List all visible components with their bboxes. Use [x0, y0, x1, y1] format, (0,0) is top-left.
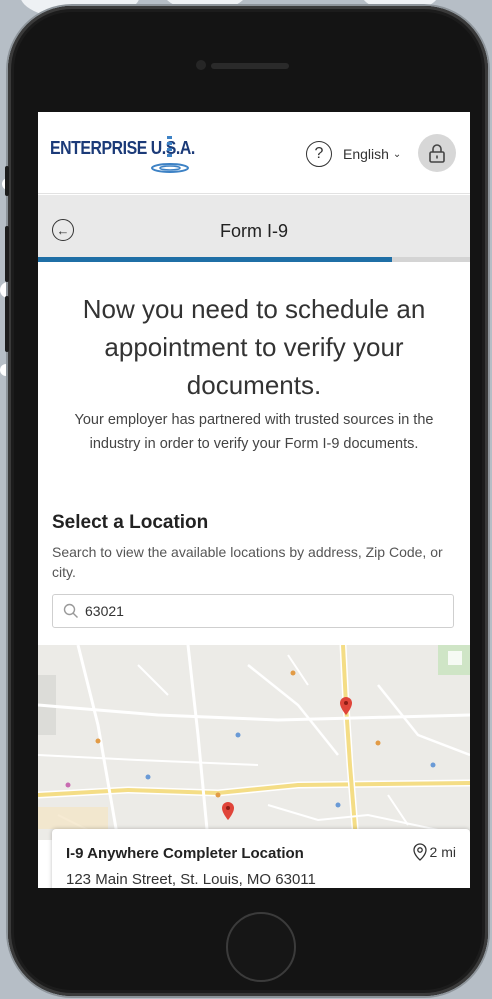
chevron-down-icon: ⌄: [392, 148, 402, 160]
language-selector[interactable]: English ⌄: [343, 146, 401, 162]
enterprise-usa-logo[interactable]: ENTERPRISE U.S.A.: [50, 132, 220, 178]
language-label: English: [343, 146, 389, 162]
water-drop-icon: [151, 136, 189, 173]
location-result-card[interactable]: I-9 Anywhere Completer Location 2 mi 123…: [52, 829, 470, 888]
intro-text: Your employer has partnered with trusted…: [74, 412, 434, 452]
title-bar: ← Form I-9: [38, 195, 470, 257]
location-address: 123 Main Street, St. Louis, MO 63011: [66, 871, 316, 888]
page-title: Form I-9: [219, 221, 288, 241]
section-title: Select a Location: [52, 512, 209, 533]
phone-side-button: [5, 296, 9, 352]
lock-button[interactable]: [418, 134, 456, 172]
headline: Now you need to schedule an appointment …: [82, 294, 426, 400]
phone-side-button: [5, 166, 9, 196]
search-value: 63021: [85, 603, 124, 619]
phone-home-button[interactable]: [226, 912, 296, 982]
distance-value: 2 mi: [429, 844, 456, 860]
app-header: ENTERPRISE U.S.A. ? English ⌄: [38, 112, 470, 194]
map-graphic: [38, 645, 470, 840]
help-icon[interactable]: ?: [306, 141, 332, 167]
location-distance: 2 mi: [412, 843, 456, 861]
phone-speaker: [211, 63, 289, 69]
progress-fill: [38, 257, 393, 262]
location-search-input[interactable]: 63021: [52, 594, 454, 628]
location-map[interactable]: [38, 645, 470, 840]
map-pin-icon: [412, 843, 427, 861]
section-description: Search to view the available locations b…: [52, 544, 443, 580]
location-name: I-9 Anywhere Completer Location: [66, 845, 304, 862]
phone-camera: [196, 60, 206, 70]
progress-bar: [38, 257, 470, 262]
search-icon: [63, 603, 78, 618]
phone-screen: ENTERPRISE U.S.A. ? English ⌄ ← Form I-9…: [38, 112, 470, 888]
lock-icon: [429, 144, 445, 163]
phone-side-button: [5, 226, 9, 282]
